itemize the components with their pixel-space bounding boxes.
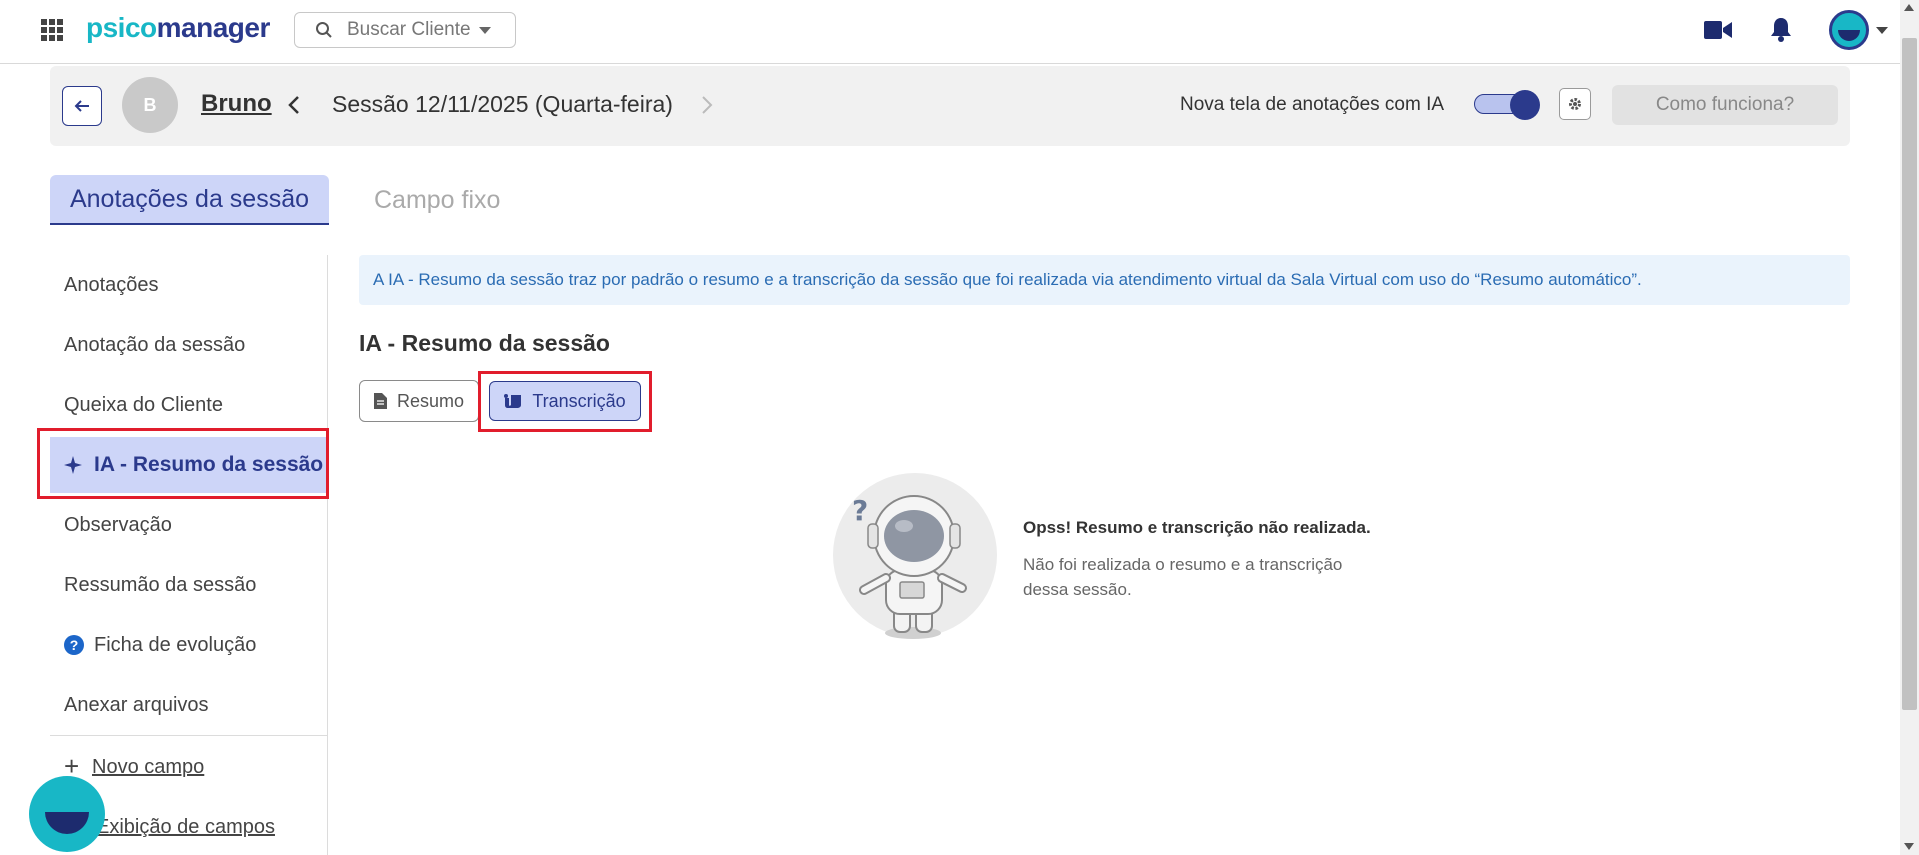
- sidebar-item-evolution-sheet[interactable]: Ficha de evolução: [94, 634, 256, 657]
- summary-button-label: Resumo: [396, 390, 465, 411]
- sidebar-item-session-recap[interactable]: Ressumão da sessão: [64, 574, 256, 597]
- info-banner-text: A IA - Resumo da sessão traz por padrão …: [373, 270, 1642, 289]
- search-placeholder: Buscar Cliente: [347, 19, 471, 40]
- scrollbar-thumb[interactable]: [1902, 38, 1917, 710]
- empty-state-title: Opss! Resumo e transcrição não realizada…: [1023, 518, 1371, 537]
- help-icon[interactable]: ?: [64, 635, 84, 655]
- gear-icon: [1569, 98, 1581, 110]
- sidebar-item-notes[interactable]: Anotações: [64, 274, 159, 297]
- arrow-left-icon: [74, 100, 89, 112]
- astronaut-illustration: ?: [833, 473, 997, 639]
- logo-text-part1: psico: [86, 12, 157, 43]
- top-navigation-bar: psicomanager Buscar Cliente: [0, 0, 1900, 64]
- previous-session-chevron-icon[interactable]: [287, 95, 301, 115]
- sidebar-bottom-divider: [50, 735, 327, 736]
- floating-assistant-avatar[interactable]: [29, 776, 105, 852]
- client-avatar: B: [122, 77, 178, 133]
- app-logo[interactable]: psicomanager: [86, 12, 270, 44]
- highlight-annotation-box: [37, 428, 329, 499]
- user-avatar[interactable]: [1829, 10, 1869, 50]
- back-button[interactable]: [62, 86, 102, 126]
- ai-notes-toggle-knob[interactable]: [1510, 90, 1540, 120]
- client-name-link[interactable]: Bruno: [201, 90, 272, 118]
- chevron-down-icon[interactable]: [1876, 27, 1888, 34]
- sidebar-item-session-note[interactable]: Anotação da sessão: [64, 334, 245, 357]
- session-title: Sessão 12/11/2025 (Quarta-feira): [332, 91, 673, 117]
- tab-fixed-field[interactable]: Campo fixo: [374, 186, 500, 215]
- sidebar-item-attach-files[interactable]: Anexar arquivos: [64, 694, 209, 717]
- info-banner: A IA - Resumo da sessão traz por padrão …: [359, 255, 1850, 305]
- client-search-dropdown[interactable]: Buscar Cliente: [294, 12, 516, 48]
- plus-icon[interactable]: +: [64, 753, 79, 779]
- fields-display-link[interactable]: Exibição de campos: [96, 816, 275, 839]
- tab-session-notes[interactable]: Anotações da sessão: [50, 175, 329, 225]
- scroll-up-arrow-icon[interactable]: [1904, 4, 1914, 11]
- new-field-link[interactable]: Novo campo: [92, 756, 204, 779]
- sidebar-item-client-complaint[interactable]: Queixa do Cliente: [64, 394, 223, 417]
- document-icon: [373, 393, 387, 409]
- scroll-down-arrow-icon[interactable]: [1904, 843, 1914, 850]
- ai-notes-toggle-label: Nova tela de anotações com IA: [1180, 94, 1445, 115]
- highlight-annotation-box: [478, 371, 652, 432]
- video-camera-icon[interactable]: [1704, 20, 1732, 40]
- svg-text:?: ?: [852, 494, 868, 527]
- sidebar-divider: [327, 255, 328, 855]
- sidebar-item-observation[interactable]: Observação: [64, 514, 172, 537]
- notification-bell-icon[interactable]: [1770, 16, 1792, 42]
- chevron-down-icon: [478, 26, 491, 34]
- next-session-chevron-icon[interactable]: [700, 95, 714, 115]
- empty-state-description: Não foi realizada o resumo e a transcriç…: [1023, 555, 1343, 599]
- settings-button[interactable]: [1559, 88, 1591, 120]
- section-title: IA - Resumo da sessão: [359, 330, 610, 356]
- search-icon: [316, 22, 332, 38]
- how-it-works-button[interactable]: Como funciona?: [1612, 85, 1838, 125]
- logo-text-part2: manager: [156, 12, 271, 43]
- apps-grid-icon[interactable]: [41, 19, 63, 41]
- summary-button[interactable]: Resumo: [359, 380, 479, 422]
